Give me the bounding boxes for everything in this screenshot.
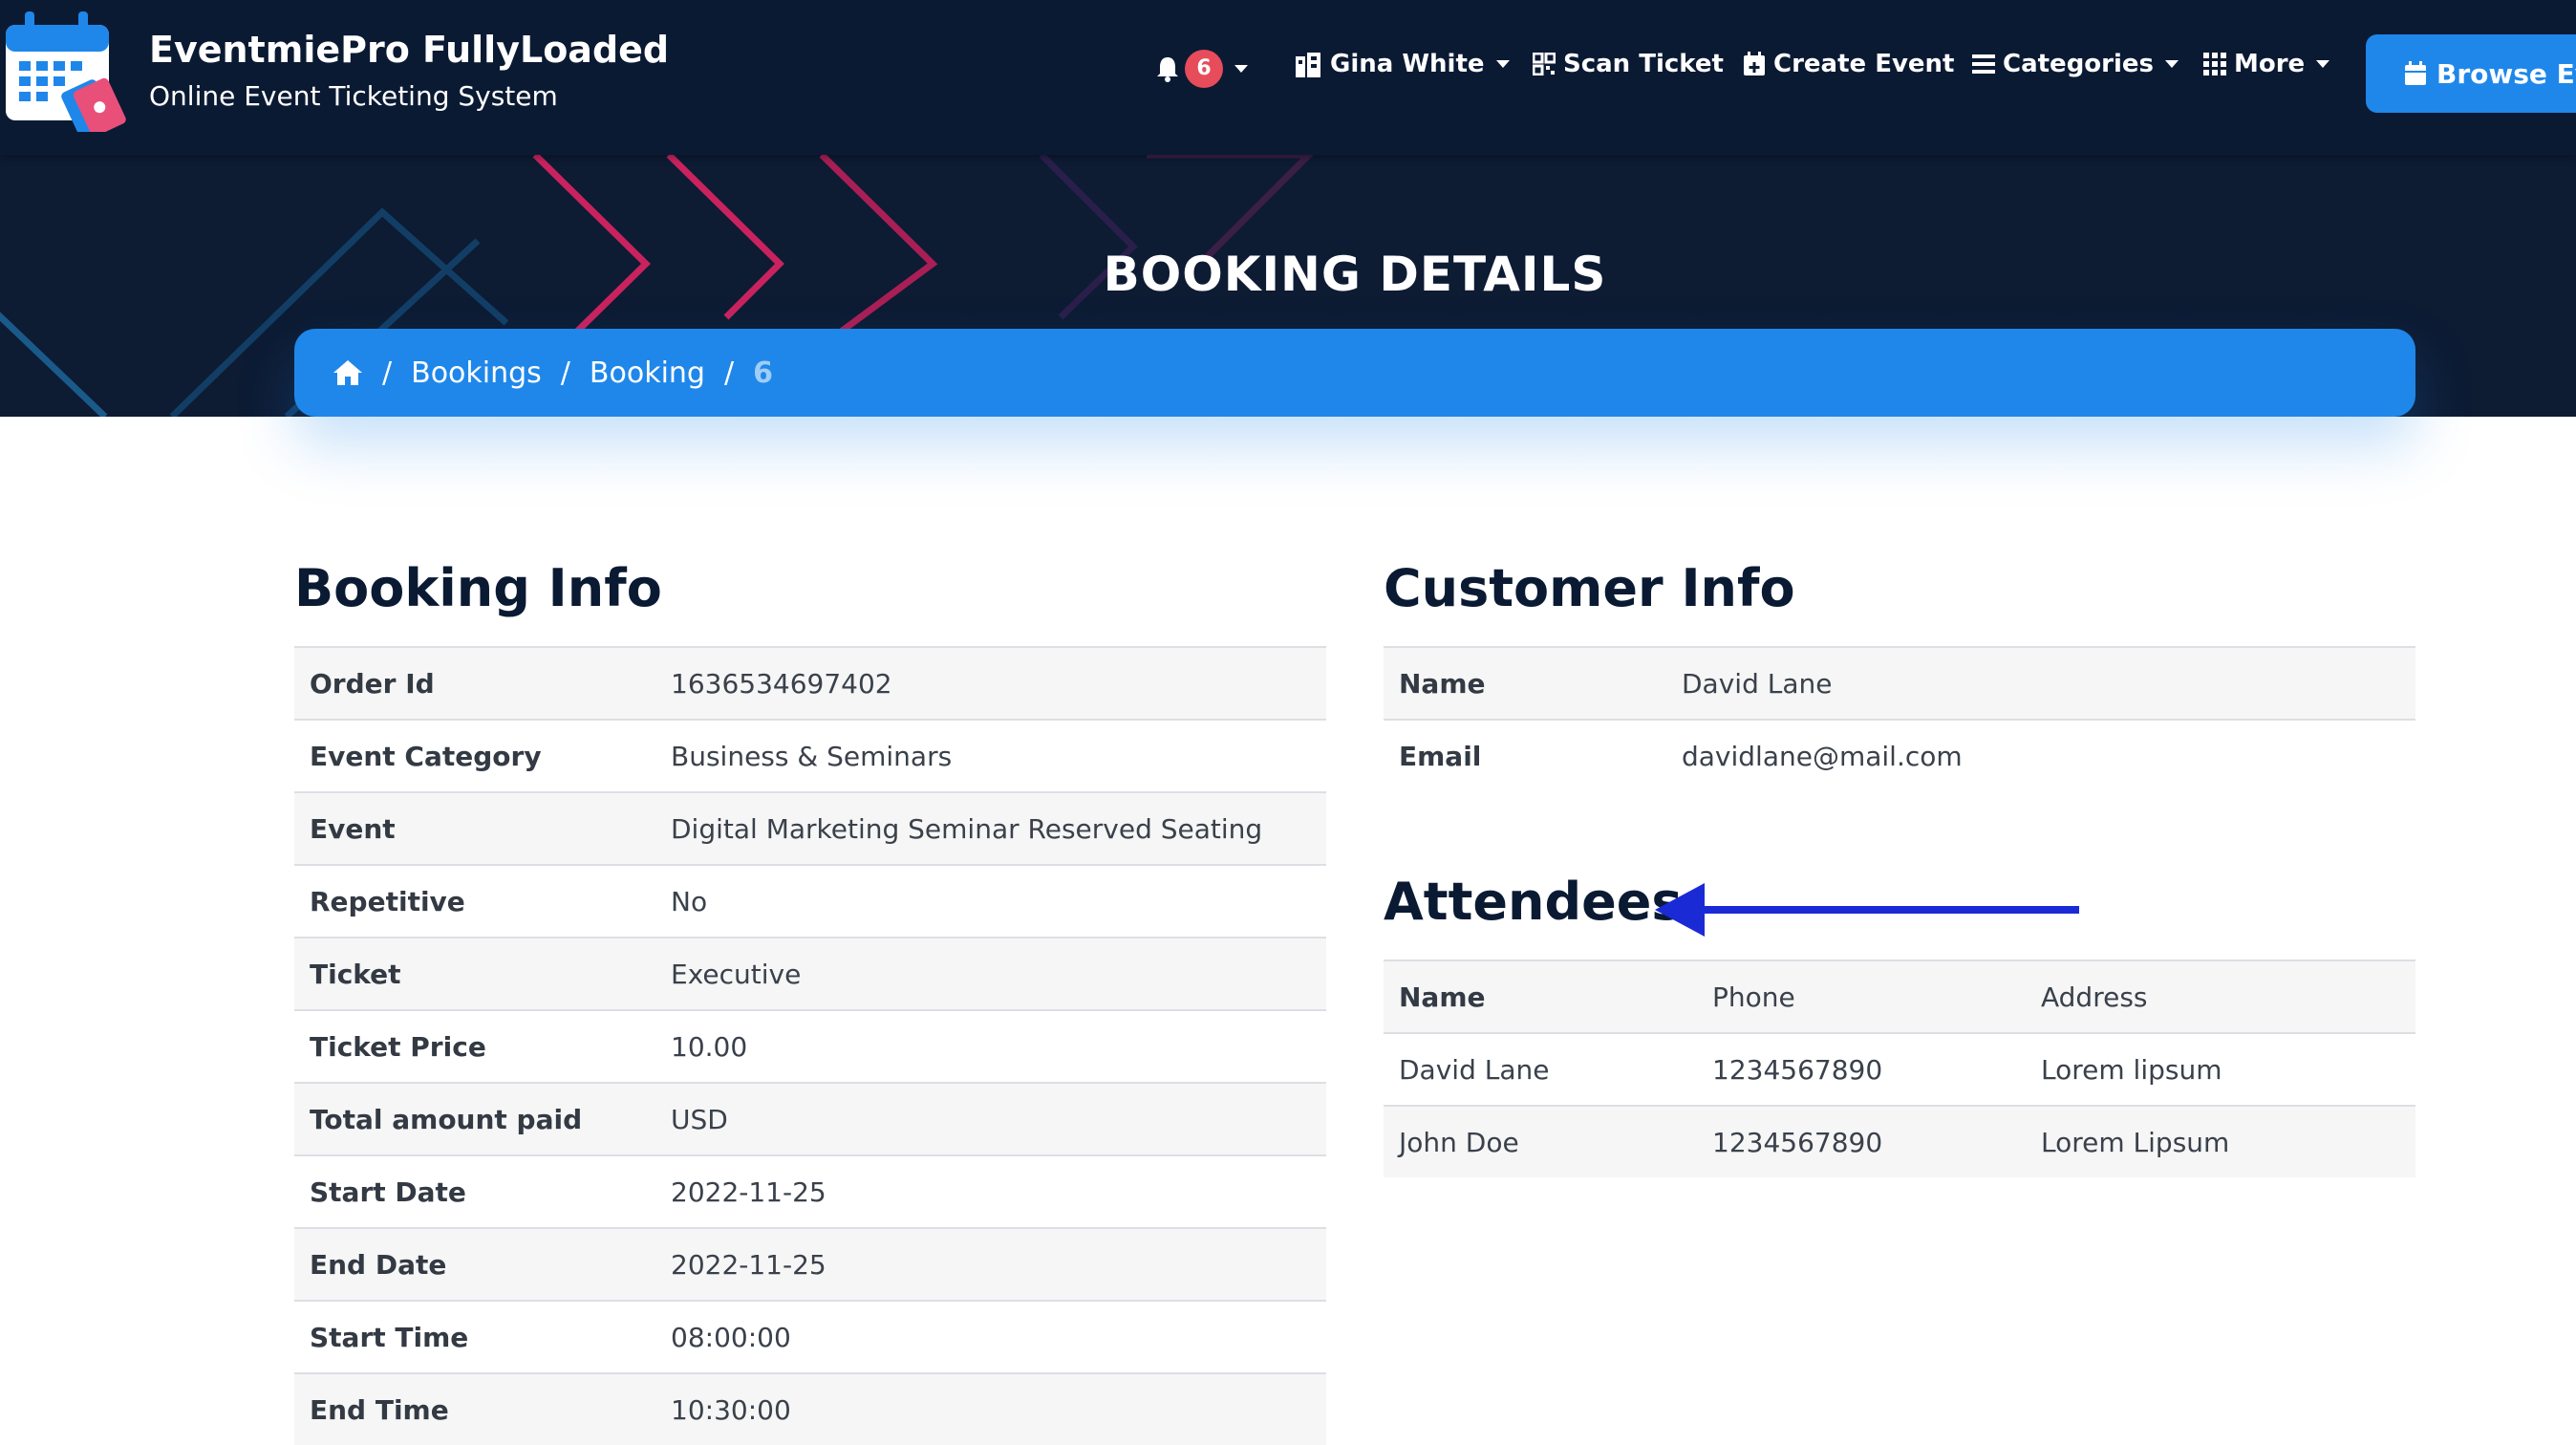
brand-subtitle: Online Event Ticketing System <box>149 80 558 112</box>
row-label: Email <box>1384 719 1666 791</box>
row-value: David Lane <box>1666 646 2415 720</box>
row-value: USD <box>655 1082 1326 1155</box>
chevron-down-icon <box>1495 60 1510 68</box>
table-row: Ticket Price 10.00 <box>294 1009 1326 1083</box>
scan-ticket-link[interactable]: Scan Ticket <box>1533 50 1724 78</box>
row-label: Start Date <box>294 1154 655 1228</box>
chevron-down-icon <box>2316 60 2330 68</box>
attendee-address: Lorem lipsum <box>2026 1032 2415 1106</box>
row-value: 2022-11-25 <box>655 1154 1326 1228</box>
annotation-arrow-icon <box>1655 883 2079 937</box>
table-row: End Time 10:30:00 <box>294 1372 1326 1445</box>
home-icon[interactable] <box>333 359 363 386</box>
column-header-address: Address <box>2026 960 2415 1033</box>
row-label: Repetitive <box>294 864 655 938</box>
qrcode-icon <box>1533 53 1556 75</box>
table-row: Repetitive No <box>294 864 1326 938</box>
grid-icon <box>2203 53 2226 75</box>
breadcrumb-separator: / <box>382 356 393 390</box>
attendee-name: David Lane <box>1384 1032 1697 1106</box>
more-label: More <box>2234 50 2306 78</box>
user-menu-dropdown[interactable]: Gina White <box>1294 50 1510 78</box>
more-dropdown[interactable]: More <box>2203 50 2330 78</box>
table-row: Start Time 08:00:00 <box>294 1300 1326 1373</box>
column-header-phone: Phone <box>1697 960 2026 1033</box>
table-row: John Doe 1234567890 Lorem Lipsum <box>1384 1105 2415 1177</box>
building-icon <box>1296 53 1320 77</box>
table-row: Event Digital Marketing Seminar Reserved … <box>294 791 1326 865</box>
attendee-phone: 1234567890 <box>1697 1032 2026 1106</box>
table-row: Total amount paid USD <box>294 1082 1326 1155</box>
attendee-address: Lorem Lipsum <box>2026 1105 2415 1177</box>
chevron-down-icon <box>1234 65 1248 73</box>
brand-title[interactable]: EventmiePro FullyLoaded <box>149 29 669 71</box>
page-title: BOOKING DETAILS <box>1103 247 1607 302</box>
row-value: Executive <box>655 937 1326 1010</box>
calendar-icon <box>2405 61 2426 85</box>
attendees-heading: Attendees <box>1384 872 1683 932</box>
table-row: Order Id 1636534697402 <box>294 646 1326 720</box>
row-label: Order Id <box>294 646 655 720</box>
row-label: Total amount paid <box>294 1082 655 1155</box>
categories-dropdown[interactable]: Categories <box>1972 50 2179 78</box>
row-label: Event Category <box>294 719 655 792</box>
breadcrumb-separator: / <box>723 356 735 390</box>
browse-events-label: Browse Ev <box>2436 57 2576 90</box>
table-row: Event Category Business & Seminars <box>294 719 1326 792</box>
column-header-name: Name <box>1384 960 1697 1033</box>
browse-events-button[interactable]: Browse Ev <box>2366 34 2576 113</box>
table-row: Start Date 2022-11-25 <box>294 1154 1326 1228</box>
row-value: davidlane@mail.com <box>1666 719 2415 791</box>
bell-icon <box>1157 57 1178 82</box>
top-navbar: EventmiePro FullyLoaded Online Event Tic… <box>0 0 2576 155</box>
row-label: Start Time <box>294 1300 655 1373</box>
categories-label: Categories <box>2003 50 2155 78</box>
row-value: 10:30:00 <box>655 1372 1326 1445</box>
table-row: Name David Lane <box>1384 646 2415 720</box>
booking-info-table: Order Id 1636534697402 Event Category Busi… <box>294 646 1326 1445</box>
customer-info-heading: Customer Info <box>1384 558 1795 618</box>
row-label: Ticket Price <box>294 1009 655 1083</box>
row-value: 2022-11-25 <box>655 1227 1326 1301</box>
row-label: End Time <box>294 1372 655 1445</box>
breadcrumb-bookings-link[interactable]: Bookings <box>411 356 542 390</box>
breadcrumb: / Bookings / Booking / 6 <box>294 329 2415 417</box>
attendee-name: John Doe <box>1384 1105 1697 1177</box>
customer-info-table: Name David Lane Email davidlane@mail.com <box>1384 646 2415 791</box>
row-value: 1636534697402 <box>655 646 1326 720</box>
create-event-link[interactable]: Create Event <box>1743 50 1954 78</box>
breadcrumb-separator: / <box>560 356 570 390</box>
row-value: 10.00 <box>655 1009 1326 1083</box>
row-value: No <box>655 864 1326 938</box>
attendee-phone: 1234567890 <box>1697 1105 2026 1177</box>
breadcrumb-booking-link[interactable]: Booking <box>590 356 705 390</box>
table-row: Email davidlane@mail.com <box>1384 719 2415 791</box>
row-label: End Date <box>294 1227 655 1301</box>
create-event-label: Create Event <box>1773 50 1955 78</box>
table-row: End Date 2022-11-25 <box>294 1227 1326 1301</box>
notification-count-badge: 6 <box>1185 50 1223 88</box>
table-row: Ticket Executive <box>294 937 1326 1010</box>
row-label: Name <box>1384 646 1666 720</box>
row-value: Business & Seminars <box>655 719 1326 792</box>
row-label: Ticket <box>294 937 655 1010</box>
row-label: Event <box>294 791 655 865</box>
scan-ticket-label: Scan Ticket <box>1563 50 1724 78</box>
row-value: Digital Marketing Seminar Reserved Seati… <box>655 791 1326 865</box>
calendar-ticket-logo-icon[interactable] <box>4 8 126 132</box>
user-name: Gina White <box>1330 50 1485 78</box>
booking-info-heading: Booking Info <box>294 558 662 618</box>
attendees-table: Name Phone Address David Lane 1234567890… <box>1384 960 2415 1177</box>
table-row: David Lane 1234567890 Lorem lipsum <box>1384 1032 2415 1106</box>
row-value: 08:00:00 <box>655 1300 1326 1373</box>
bars-icon <box>1972 54 1995 74</box>
calendar-plus-icon <box>1744 52 1765 75</box>
chevron-down-icon <box>2165 60 2179 68</box>
table-header-row: Name Phone Address <box>1384 960 2415 1033</box>
notifications-dropdown[interactable]: 6 <box>1156 50 1248 88</box>
breadcrumb-current: 6 <box>753 356 773 390</box>
